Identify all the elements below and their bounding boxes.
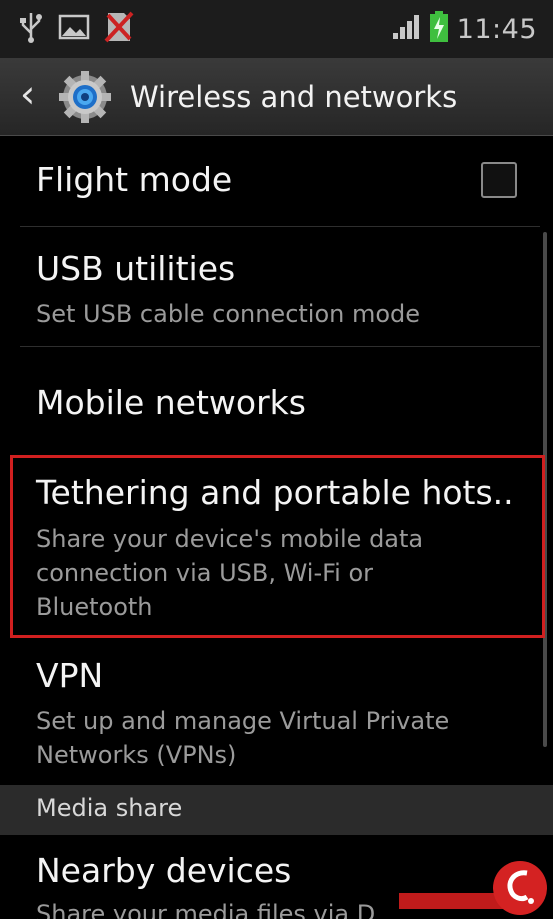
battery-charging-icon [429,11,449,47]
list-item-vpn[interactable]: VPN Set up and manage Virtual Private Ne… [0,640,553,785]
list-item-title: USB utilities [36,249,236,288]
action-bar: ‹ Wireless and networks [0,58,553,136]
watermark-circle [493,861,547,915]
screen: 11:45 ‹ Wireless and networks Flight mod… [0,0,553,919]
section-header-media-share: Media share [0,785,553,835]
status-icons-right: 11:45 [391,11,537,47]
usb-icon [18,11,44,47]
watermark-logo [399,855,547,915]
list-item-subtitle-line: Networks (VPNs) [36,741,237,769]
chevron-left-icon[interactable]: ‹ [20,75,50,113]
list-item-title: Mobile networks [36,383,306,422]
list-item-subtitle: Share your media files via D [36,900,376,919]
gear-icon[interactable] [58,70,112,124]
list-item-title: VPN [36,656,104,695]
list-item-usb-utilities[interactable]: USB utilities Set USB cable connection m… [0,227,553,346]
highlight-box [10,455,545,638]
list-item-subtitle: Set USB cable connection mode [36,300,421,328]
signal-icon [391,13,421,45]
status-icons-left [18,11,134,47]
page-title: Wireless and networks [130,79,458,114]
list-item-subtitle-line: Set up and manage Virtual Private [36,707,450,735]
no-sim-icon [104,11,134,47]
status-time: 11:45 [456,13,537,45]
status-bar: 11:45 [0,0,553,58]
list-item-title: Flight mode [36,160,233,199]
list-item-mobile-networks[interactable]: Mobile networks [0,347,553,455]
flight-mode-checkbox[interactable] [481,162,517,198]
list-item-title: Nearby devices [36,851,292,890]
list-item-flight-mode[interactable]: Flight mode [0,136,553,226]
section-header-label: Media share [36,794,183,822]
image-icon [58,13,90,45]
